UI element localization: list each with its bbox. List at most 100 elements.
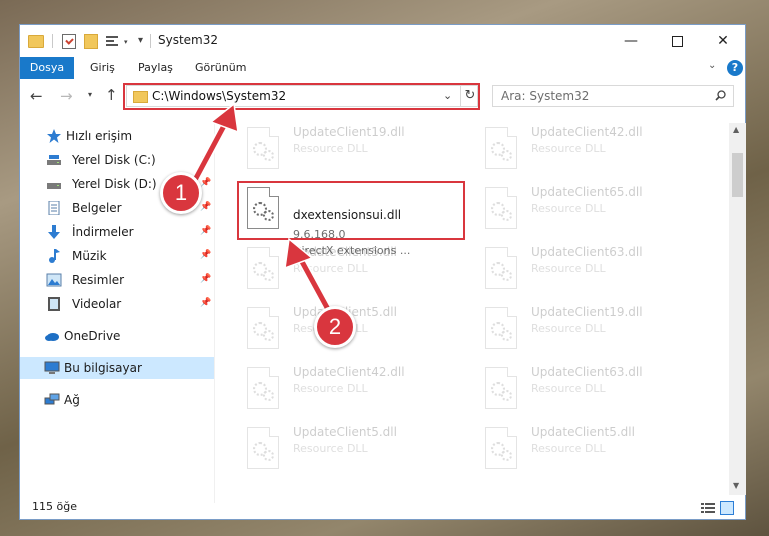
file-item[interactable]: UpdateClient42.dll Resource DLL bbox=[237, 363, 467, 419]
sidebar-item-label: Videolar bbox=[72, 297, 122, 311]
search-placeholder: Ara: System32 bbox=[501, 89, 590, 103]
scroll-up-icon[interactable]: ▲ bbox=[733, 125, 739, 134]
file-name: UpdateClient42.dll bbox=[531, 125, 643, 139]
tab-gorunum[interactable]: Görünüm bbox=[195, 57, 246, 79]
file-name: UpdateClient42.dll bbox=[293, 365, 405, 379]
pin-icon[interactable]: 📌 bbox=[200, 178, 211, 188]
sidebar-item-pictures[interactable]: Resimler 📌 bbox=[20, 269, 214, 291]
dll-file-icon bbox=[247, 247, 279, 289]
file-item[interactable]: UpdateClient63.dll Resource DLL bbox=[475, 363, 705, 419]
sidebar-item-network[interactable]: Ağ bbox=[20, 389, 214, 411]
file-type: Resource DLL bbox=[531, 202, 606, 215]
maximize-button[interactable] bbox=[654, 25, 700, 57]
pin-icon[interactable]: 📌 bbox=[200, 202, 211, 212]
forward-arrow-icon[interactable]: → bbox=[60, 87, 73, 105]
file-type: Resource DLL bbox=[293, 262, 368, 275]
search-icon[interactable] bbox=[715, 90, 726, 101]
pictures-icon bbox=[46, 273, 62, 287]
title-bar: ▾ ▾ System32 — ✕ bbox=[20, 25, 745, 57]
computer-icon bbox=[44, 361, 60, 374]
drive-icon bbox=[47, 183, 61, 189]
file-type: Resource DLL bbox=[531, 262, 606, 275]
file-name: UpdateClient65.dll bbox=[531, 185, 643, 199]
file-item[interactable]: UpdateClient63.dll Resource DLL bbox=[475, 243, 705, 299]
address-highlight-box bbox=[123, 83, 480, 110]
file-type: Resource DLL bbox=[293, 142, 368, 155]
tiles-view-icon[interactable] bbox=[720, 501, 734, 515]
step-2-badge: 2 bbox=[314, 306, 356, 348]
recent-locations-icon[interactable]: ▾ bbox=[88, 90, 92, 99]
sidebar-item-label: Bu bilgisayar bbox=[64, 361, 142, 375]
file-item[interactable]: UpdateClient19.dll Resource DLL bbox=[237, 123, 467, 179]
file-name: UpdateClient19.dll bbox=[293, 125, 405, 139]
window-title: System32 bbox=[158, 33, 219, 47]
pin-icon[interactable]: 📌 bbox=[200, 274, 211, 284]
music-icon bbox=[49, 249, 60, 263]
customize-toolbar-icon[interactable] bbox=[106, 34, 120, 48]
scroll-down-icon[interactable]: ▼ bbox=[733, 481, 739, 490]
help-icon[interactable]: ? bbox=[727, 60, 743, 76]
sidebar-item-label: OneDrive bbox=[64, 329, 121, 343]
dll-file-icon bbox=[247, 427, 279, 469]
search-input[interactable]: Ara: System32 bbox=[492, 85, 734, 107]
file-item[interactable]: UpdateClient5.dll Resource DLL bbox=[237, 423, 467, 479]
properties-check-icon[interactable] bbox=[62, 34, 76, 49]
sidebar-item-label: Müzik bbox=[72, 249, 107, 263]
ribbon-tabs: Dosya Giriş Paylaş Görünüm ⌄ ? bbox=[20, 57, 745, 79]
close-button[interactable]: ✕ bbox=[700, 25, 746, 57]
sidebar-item-label: Belgeler bbox=[72, 201, 122, 215]
sidebar-item-disk-c[interactable]: Yerel Disk (C:) 📌 bbox=[20, 149, 214, 171]
dll-file-icon bbox=[485, 367, 517, 409]
dll-file-icon bbox=[485, 307, 517, 349]
file-type: Resource DLL bbox=[531, 322, 606, 335]
chevron-down-icon[interactable]: ▾ bbox=[124, 38, 128, 46]
up-arrow-icon[interactable]: ↑ bbox=[105, 86, 118, 104]
sidebar-item-label: Hızlı erişim bbox=[66, 129, 133, 143]
scroll-thumb[interactable] bbox=[732, 153, 743, 197]
tab-paylas[interactable]: Paylaş bbox=[138, 57, 173, 79]
separator bbox=[52, 34, 53, 48]
file-item[interactable]: UpdateClient65.dll Resource DLL bbox=[475, 183, 705, 239]
dll-file-icon bbox=[485, 127, 517, 169]
dll-file-icon bbox=[485, 187, 517, 229]
pin-icon[interactable]: 📌 bbox=[200, 250, 211, 260]
videos-icon bbox=[48, 297, 60, 311]
sidebar-item-label: Yerel Disk (C:) bbox=[72, 153, 156, 167]
expand-ribbon-icon[interactable]: ⌄ bbox=[708, 60, 716, 71]
new-folder-icon[interactable] bbox=[84, 34, 98, 49]
minimize-button[interactable]: — bbox=[608, 25, 654, 57]
file-item[interactable]: UpdateClient19.dll Resource DLL bbox=[475, 303, 705, 359]
tab-dosya[interactable]: Dosya bbox=[20, 57, 74, 79]
back-arrow-icon[interactable]: ← bbox=[30, 87, 43, 105]
file-item[interactable]: UpdateClient5.dll Resource DLL bbox=[475, 423, 705, 479]
file-item[interactable]: UpdateClient42.dll Resource DLL bbox=[475, 123, 705, 179]
file-type: Resource DLL bbox=[293, 382, 368, 395]
file-item[interactable]: UpdateClient5.dll Resource DLL bbox=[237, 243, 467, 299]
file-name: UpdateClient5.dll bbox=[531, 425, 635, 439]
dll-file-icon bbox=[247, 367, 279, 409]
sidebar-item-onedrive[interactable]: OneDrive bbox=[20, 325, 214, 347]
sidebar-item-music[interactable]: Müzik 📌 bbox=[20, 245, 214, 267]
pin-icon[interactable]: 📌 bbox=[200, 154, 211, 164]
quick-access-menu-icon[interactable]: ▾ bbox=[138, 35, 143, 46]
sidebar-item-label: İndirmeler bbox=[72, 225, 134, 239]
pin-icon[interactable]: 📌 bbox=[200, 298, 211, 308]
sidebar-item-downloads[interactable]: İndirmeler 📌 bbox=[20, 221, 214, 243]
pane-divider[interactable] bbox=[214, 123, 215, 503]
dll-file-icon bbox=[247, 127, 279, 169]
vertical-scrollbar[interactable]: ▲ ▼ bbox=[729, 123, 746, 495]
dll-file-icon bbox=[485, 427, 517, 469]
pin-icon[interactable]: 📌 bbox=[200, 226, 211, 236]
sidebar-item-videos[interactable]: Videolar 📌 bbox=[20, 293, 214, 315]
sidebar-item-this-pc[interactable]: Bu bilgisayar bbox=[20, 357, 214, 379]
file-name: UpdateClient63.dll bbox=[531, 365, 643, 379]
sidebar-item-quick-access[interactable]: Hızlı erişim bbox=[20, 125, 214, 147]
file-highlight-box bbox=[237, 181, 465, 240]
file-type: Resource DLL bbox=[293, 442, 368, 455]
details-view-icon[interactable] bbox=[701, 502, 715, 514]
file-type: Resource DLL bbox=[531, 382, 606, 395]
step-1-badge: 1 bbox=[160, 172, 202, 214]
tab-giris[interactable]: Giriş bbox=[90, 57, 115, 79]
separator bbox=[150, 34, 151, 48]
sidebar-item-label: Ağ bbox=[64, 393, 80, 407]
